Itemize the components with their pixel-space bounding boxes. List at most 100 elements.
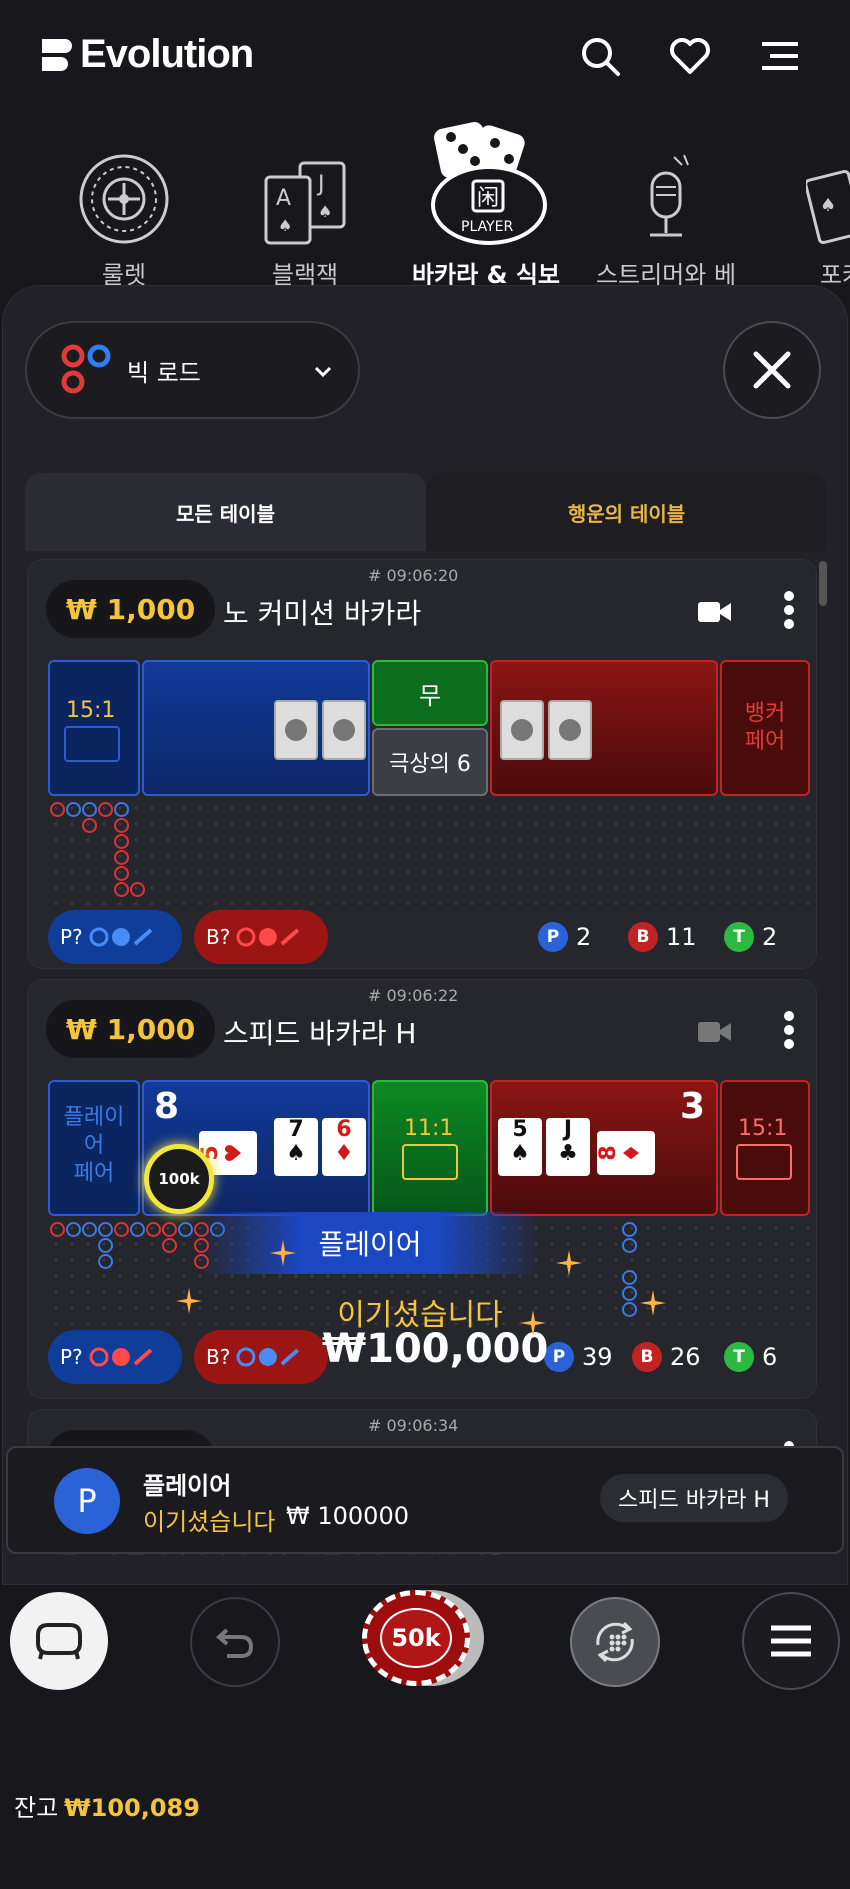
- notification-table-badge[interactable]: 스피드 바카라 H: [600, 1474, 788, 1522]
- category-roulette[interactable]: 룰렛: [34, 110, 214, 290]
- banker-bet-spot[interactable]: 5 ♠ J ♣ 8 ♦ 3: [490, 1080, 718, 1216]
- sparkle-icon: [640, 1290, 666, 1316]
- bet-spots: 15:1 무 극상의 6 뱅커 페어: [48, 660, 810, 796]
- evolution-logo-icon: [42, 37, 76, 73]
- placed-chip: 100k: [144, 1144, 214, 1214]
- banker-pair-odds: 15:1: [738, 1116, 788, 1141]
- notification-amount: ₩ 100000: [286, 1502, 409, 1530]
- svg-text:♠: ♠: [820, 195, 836, 216]
- video-camera-icon[interactable]: [698, 1020, 732, 1044]
- heart-icon[interactable]: [668, 34, 712, 78]
- player-pair-label: 플레이 어 페어: [63, 1105, 125, 1186]
- table-view-button[interactable]: [10, 1592, 108, 1690]
- table-card[interactable]: # 09:06:34 ₩ 1,000 슈퍼 스피드 바카라: [27, 1409, 817, 1451]
- road-dot: [114, 802, 129, 817]
- svg-text:J: J: [316, 172, 325, 197]
- player-bet-spot[interactable]: [142, 660, 370, 796]
- repeat-bet-button[interactable]: [570, 1597, 660, 1687]
- category-partial[interactable]: [0, 110, 4, 255]
- road-type-label: 빅 로드: [127, 358, 201, 387]
- close-button[interactable]: [723, 321, 821, 419]
- super-six-spot[interactable]: 극상의 6: [372, 728, 488, 796]
- category-streamers[interactable]: 스트리머와 베: [576, 110, 756, 290]
- table-icon: [36, 1623, 82, 1660]
- balance-label: 잔고: [14, 1794, 59, 1822]
- sparkle-icon: [270, 1240, 296, 1266]
- menu-icon[interactable]: [758, 34, 802, 78]
- predict-player-button[interactable]: P?: [48, 1330, 182, 1384]
- category-blackjack[interactable]: A J ♠ ♠ 블랙잭: [215, 110, 395, 290]
- road-dot: [622, 1238, 637, 1253]
- more-options-icon[interactable]: [783, 590, 795, 630]
- win-amount: ₩100,000: [322, 1326, 549, 1372]
- card-back-icon: [500, 700, 544, 760]
- player-score: 8: [154, 1086, 180, 1127]
- scrollbar[interactable]: [819, 561, 827, 606]
- more-options-icon[interactable]: [783, 1010, 795, 1050]
- road-dot: [98, 1222, 113, 1237]
- svg-text:A: A: [276, 186, 291, 211]
- svg-text:PLAYER: PLAYER: [461, 219, 513, 235]
- road-dot: [114, 1222, 129, 1237]
- tie-spot-group: 11:1: [372, 1080, 488, 1216]
- player-avatar: P: [54, 1468, 120, 1534]
- close-icon: [753, 351, 791, 389]
- undo-button[interactable]: [190, 1597, 280, 1687]
- balance-value: ₩100,089: [64, 1794, 200, 1822]
- banker-bet-spot[interactable]: [490, 660, 718, 796]
- tie-bet-spot[interactable]: 무: [372, 660, 488, 726]
- win-side-banner: 플레이어: [200, 1212, 540, 1274]
- predict-banker-button[interactable]: B?: [194, 910, 328, 964]
- road-dot: [114, 818, 129, 833]
- big-road: [48, 800, 810, 905]
- chip-selector[interactable]: 50k: [362, 1590, 470, 1686]
- tab-lucky-tables[interactable]: 행운의 테이블: [426, 473, 827, 551]
- top-bar: Evolution: [0, 0, 850, 110]
- road-dot: [114, 834, 129, 849]
- baccarat-dice-icon: 闲 PLAYER: [396, 110, 576, 245]
- video-camera-icon[interactable]: [698, 600, 732, 624]
- banker-pair-label: 뱅커 페어: [744, 701, 786, 754]
- tie-count: T2: [724, 922, 777, 952]
- road-dot: [50, 802, 65, 817]
- bet-spots: 플레이 어 페어 8 5 ♥ 7 ♠ 6 ♦ 100k 11:1 5 ♠ J ♣…: [48, 1080, 810, 1216]
- sparkle-icon: [176, 1288, 202, 1314]
- sparkle-icon: [556, 1250, 582, 1276]
- player-pair-spot[interactable]: 플레이 어 페어: [48, 1080, 140, 1216]
- road-type-icon: [61, 344, 111, 394]
- notification-message: 이기셨습니다: [143, 1508, 276, 1536]
- banker-card: 8 ♦: [596, 1131, 655, 1175]
- search-icon[interactable]: [578, 34, 622, 78]
- card-pair-icon: [402, 1144, 458, 1180]
- category-poker[interactable]: ♠ 포커: [758, 110, 850, 290]
- card-pair-icon: [736, 1144, 792, 1180]
- player-pair-spot[interactable]: 15:1: [48, 660, 140, 796]
- tie-odds: 11:1: [404, 1116, 454, 1141]
- tie-bet-spot[interactable]: 11:1: [372, 1080, 488, 1216]
- category-baccarat[interactable]: 闲 PLAYER 바카라 & 식보: [396, 110, 576, 290]
- prediction-road-icon: [89, 1347, 153, 1367]
- evolution-logo[interactable]: Evolution: [42, 32, 254, 77]
- chevron-down-icon: [314, 366, 332, 378]
- menu-button[interactable]: [742, 1592, 840, 1690]
- lobby-panel: 빅 로드 모든 테이블 행운의 테이블 # 09:06:20 ₩ 1,000 노…: [2, 285, 848, 1585]
- undo-icon: [215, 1628, 254, 1658]
- table-card[interactable]: # 09:06:20 ₩ 1,000 노 커미션 바카라 15:1 무 극상의 …: [27, 559, 817, 969]
- svg-text:闲: 闲: [477, 186, 499, 211]
- banker-pair-spot[interactable]: 뱅커 페어: [720, 660, 810, 796]
- tab-all-tables[interactable]: 모든 테이블: [25, 473, 426, 551]
- round-time: # 09:06:20: [368, 566, 459, 585]
- brand-name: Evolution: [80, 32, 254, 76]
- predict-player-button[interactable]: P?: [48, 910, 182, 964]
- win-notification[interactable]: P 플레이어 이기셨습니다 ₩ 100000 스피드 바카라 H: [6, 1446, 844, 1554]
- app-screen: Evolution 룰렛 A J ♠ ♠ 블랙잭 闲 PLAYER 바카라 & …: [0, 0, 850, 1889]
- player-bet-spot[interactable]: 8 5 ♥ 7 ♠ 6 ♦ 100k: [142, 1080, 370, 1216]
- banker-card: J ♣: [546, 1118, 590, 1176]
- road-dot: [114, 866, 129, 881]
- predict-banker-button[interactable]: B?: [194, 1330, 328, 1384]
- banker-pair-spot[interactable]: 15:1: [720, 1080, 810, 1216]
- road-dot: [66, 802, 81, 817]
- road-dot: [130, 882, 145, 897]
- round-time: # 09:06:22: [368, 986, 459, 1005]
- road-type-dropdown[interactable]: 빅 로드: [25, 321, 360, 419]
